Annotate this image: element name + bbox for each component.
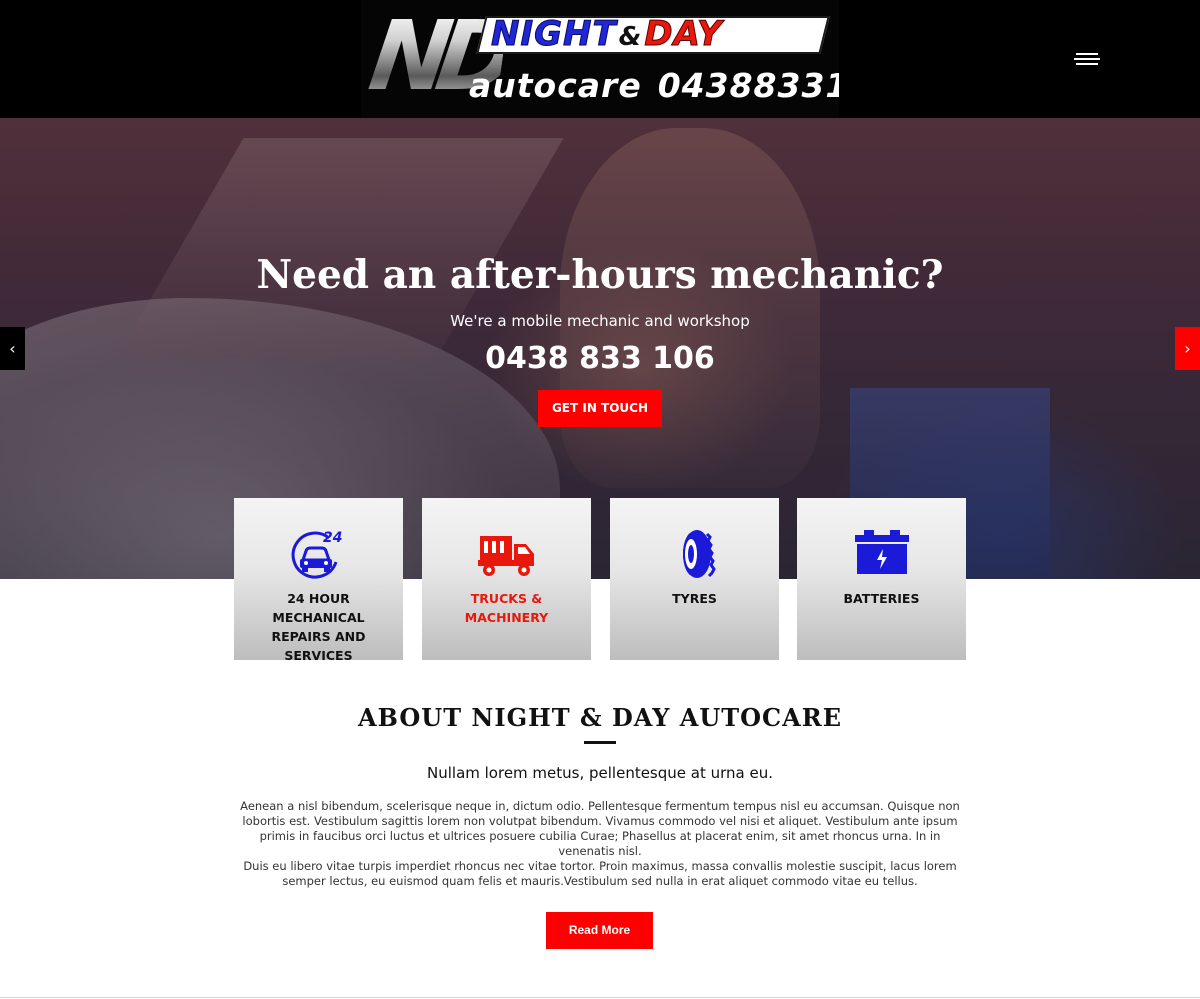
hamburger-line: [1076, 53, 1098, 55]
about-paragraph: Duis eu libero vitae turpis imperdiet rh…: [243, 859, 957, 888]
hero-subtitle: We're a mobile mechanic and workshop: [450, 312, 750, 330]
about-lead-text: Nullam lorem metus, pellentesque at urna…: [427, 764, 773, 782]
logo-word-day: DAY: [644, 14, 723, 55]
hamburger-menu-icon[interactable]: [1074, 50, 1100, 68]
section-divider: [0, 997, 1200, 998]
slider-prev-button[interactable]: ‹: [0, 327, 25, 370]
slider-next-button[interactable]: ›: [1175, 327, 1200, 370]
service-label: TYRES: [672, 591, 717, 606]
logo-banner-text: NIGHT&DAY: [491, 14, 821, 55]
service-label: 24 HOUR MECHANICAL REPAIRS AND SERVICES: [271, 591, 366, 663]
about-paragraph: Aenean a nisl bibendum, scelerisque nequ…: [240, 799, 960, 858]
logo-ampersand: &: [618, 22, 643, 52]
about-heading: ABOUT NIGHT & DAY AUTOCARE: [358, 703, 842, 732]
chevron-right-icon: ›: [1184, 339, 1191, 358]
hamburger-line: [1074, 58, 1100, 60]
hero-title: Need an after-hours mechanic?: [256, 252, 944, 298]
chevron-left-icon: ‹: [9, 339, 16, 358]
heading-divider: [584, 741, 616, 744]
get-in-touch-button[interactable]: GET IN TOUCH: [538, 390, 662, 427]
site-logo[interactable]: ND NIGHT&DAY autocare0438833106: [361, 0, 839, 118]
tyre-icon: [610, 526, 779, 582]
hero-phone-number[interactable]: 0438 833 106: [0, 341, 1200, 376]
battery-icon: [797, 526, 966, 582]
hamburger-line: [1076, 63, 1098, 65]
logo-word-night: NIGHT: [491, 14, 617, 55]
service-card-tyres[interactable]: TYRES: [610, 498, 779, 660]
service-label: BATTERIES: [843, 591, 920, 606]
read-more-button[interactable]: Read More: [546, 912, 653, 949]
24-hour-car-icon: 24: [234, 526, 403, 582]
svg-text:24: 24: [323, 530, 342, 546]
service-label: TRUCKS & MACHINERY: [464, 591, 549, 625]
dump-truck-icon: [422, 526, 591, 582]
service-card-trucks[interactable]: TRUCKS & MACHINERY: [422, 498, 591, 660]
logo-subline: autocare 0438833106: [469, 66, 839, 105]
site-header: ND NIGHT&DAY autocare0438833106: [0, 0, 1200, 118]
logo-subline-word: autocare: [469, 66, 642, 105]
hero-slider: Need an after-hours mechanic? We're a mo…: [0, 118, 1200, 579]
service-card-24-hour[interactable]: 24 24 HOUR MECHANICAL REPAIRS AND SERVIC…: [234, 498, 403, 663]
logo-subline-phone: 0438833106: [657, 66, 839, 105]
service-card-batteries[interactable]: BATTERIES: [797, 498, 966, 660]
